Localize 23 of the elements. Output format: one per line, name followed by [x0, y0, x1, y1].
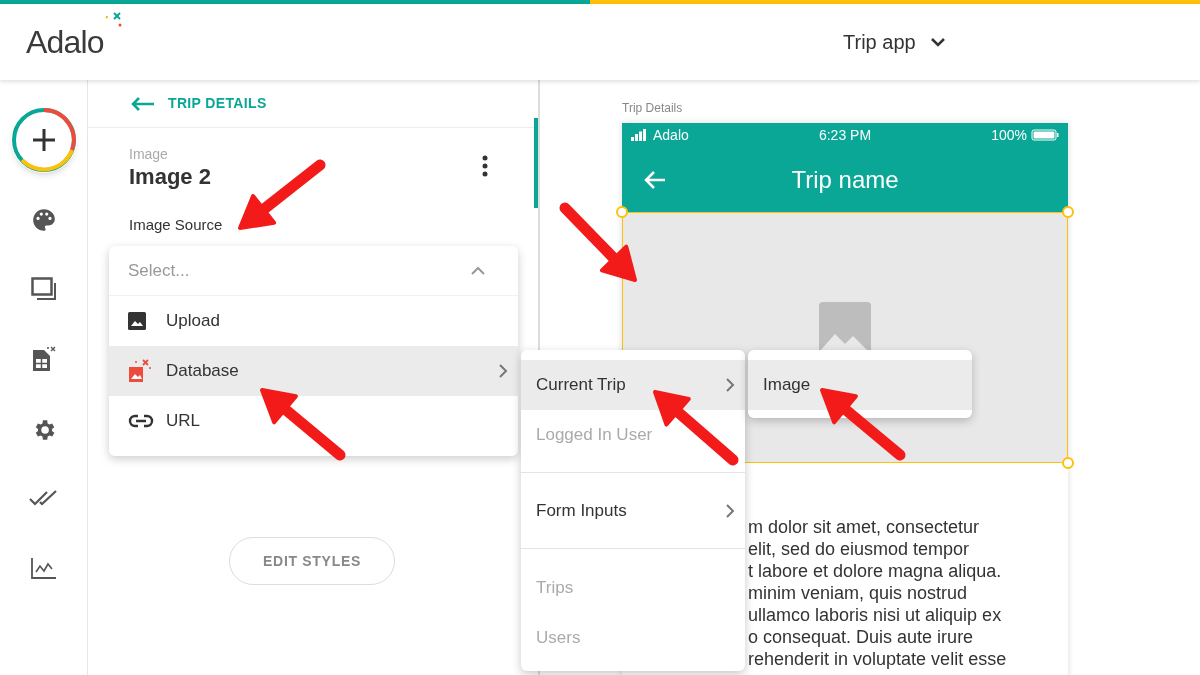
menu-item[interactable]: URL	[109, 396, 518, 446]
body-text-line: t labore et dolore magna aliqua.	[748, 560, 1003, 582]
screen-label: Trip Details	[622, 101, 683, 115]
body-text-line: minim veniam, quis nostrud	[748, 582, 969, 604]
menu-item[interactable]: Form Inputs	[521, 486, 745, 536]
logo: Adalo	[26, 26, 104, 58]
menu-item[interactable]: Image	[748, 360, 972, 410]
screen-title: Trip name	[790, 164, 900, 195]
battery-percent: 100%	[991, 125, 1027, 145]
component-name: Image 2	[129, 163, 212, 191]
component-type-label: Image	[129, 145, 169, 163]
menu-item[interactable]: Current Trip	[521, 360, 745, 410]
body-text-line: o consequat. Duis aute irure	[748, 626, 975, 648]
body-text-line: m dolor sit amet, consectetur	[748, 516, 981, 538]
body-text-line: elit, sed do eiusmod tempor	[748, 538, 971, 560]
app-switcher[interactable]: Trip app	[843, 27, 946, 57]
carrier-name: Adalo	[653, 125, 689, 145]
body-text-line: ullamco laboris nisi ut aliquip ex	[748, 604, 1003, 626]
field-label: Image Source	[129, 216, 223, 233]
body-text-line: rehenderit in voluptate velit esse	[748, 648, 1008, 670]
menu-item[interactable]: Database	[109, 346, 518, 396]
menu-item[interactable]: Upload	[109, 296, 518, 346]
status-time: 6:23 PM	[817, 125, 873, 145]
